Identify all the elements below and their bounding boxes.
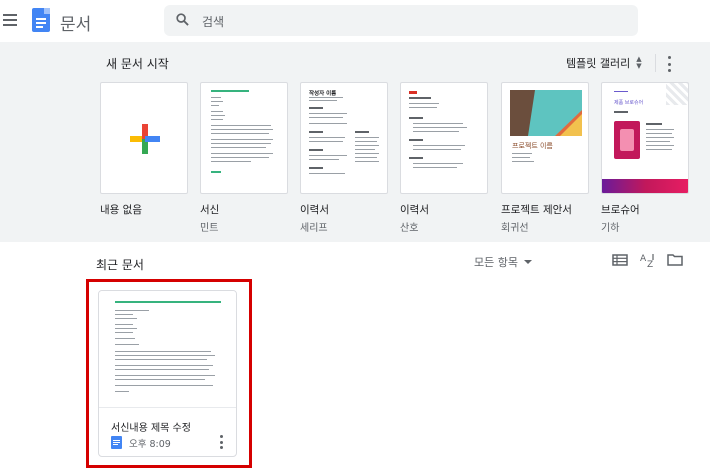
owner-filter-dropdown[interactable]: 모든 항목 [474, 254, 532, 270]
document-opened-time: 오후 8:09 [129, 439, 171, 450]
thumbnail-graphic [510, 90, 582, 136]
docs-logo-icon[interactable] [32, 8, 50, 32]
template-thumbnail[interactable]: 제품 브로슈어 [601, 82, 689, 194]
template-style: 민트 [200, 223, 219, 234]
template-gallery-label: 템플릿 갤러리 [566, 57, 631, 70]
template-gallery-button[interactable]: 템플릿 갤러리 ▲ ▼ [566, 55, 642, 71]
owner-filter-label: 모든 항목 [474, 256, 518, 269]
template-thumbnail[interactable] [100, 82, 188, 194]
docs-file-icon [111, 436, 122, 449]
template-gallery: 새 문서 시작 템플릿 갤러리 ▲ ▼ 내용 없음 서신 민트 작성자 이름 이… [0, 42, 710, 242]
plus-icon [130, 124, 160, 154]
template-brochure[interactable]: 제품 브로슈어 브로슈어 기하 [601, 82, 689, 234]
template-thumbnail[interactable] [400, 82, 488, 194]
template-blank[interactable]: 내용 없음 [100, 82, 188, 217]
template-name: 브로슈어 [601, 204, 640, 216]
template-style: 세리프 [300, 223, 328, 234]
thumbnail-heading: 프로젝트 이름 [512, 142, 553, 150]
template-name: 이력서 [400, 204, 429, 216]
template-resume-coral[interactable]: 이력서 산호 [400, 82, 488, 234]
template-style: 산호 [400, 223, 419, 234]
search-placeholder: 검색 [202, 15, 225, 29]
template-letter-mint[interactable]: 서신 민트 [200, 82, 288, 234]
svg-text:Z: Z [647, 260, 653, 268]
recent-documents-title: 최근 문서 [96, 258, 144, 272]
template-project-proposal[interactable]: 프로젝트 이름 프로젝트 제안서 회귀선 [501, 82, 589, 234]
template-name: 내용 없음 [100, 204, 142, 216]
gallery-title: 새 문서 시작 [106, 57, 169, 71]
template-name: 서신 [200, 204, 220, 216]
gallery-more-icon[interactable] [666, 56, 672, 72]
template-name: 이력서 [300, 204, 329, 216]
main-menu-icon[interactable] [3, 14, 17, 26]
folder-icon[interactable] [667, 252, 683, 268]
app-title[interactable]: 문서 [60, 10, 91, 35]
template-style: 기하 [601, 223, 620, 234]
sort-az-icon[interactable]: A Z [640, 252, 656, 268]
document-thumbnail[interactable] [99, 291, 236, 408]
template-style: 회귀선 [501, 223, 529, 234]
list-view-icon[interactable] [612, 252, 628, 268]
template-resume-serif[interactable]: 작성자 이름 이력서 세리프 [300, 82, 388, 234]
thumbnail-heading: 작성자 이름 [309, 91, 337, 97]
search-input[interactable]: 검색 [164, 5, 638, 36]
unfold-icon: ▲ ▼ [636, 55, 642, 70]
template-thumbnail[interactable]: 프로젝트 이름 [501, 82, 589, 194]
thumbnail-heading: 제품 브로슈어 [614, 100, 644, 106]
template-name: 프로젝트 제안서 [501, 204, 572, 216]
template-thumbnail[interactable] [200, 82, 288, 194]
document-more-options-icon[interactable] [219, 435, 223, 449]
app-header: 문서 검색 [0, 0, 710, 42]
document-title[interactable]: 서신내용 제목 수정 [111, 419, 191, 434]
caret-down-icon [523, 260, 532, 264]
divider [655, 54, 656, 72]
svg-text:A: A [640, 254, 647, 264]
document-card[interactable]: 서신내용 제목 수정 오후 8:09 [98, 290, 237, 457]
template-thumbnail[interactable]: 작성자 이름 [300, 82, 388, 194]
search-icon[interactable] [176, 13, 189, 26]
